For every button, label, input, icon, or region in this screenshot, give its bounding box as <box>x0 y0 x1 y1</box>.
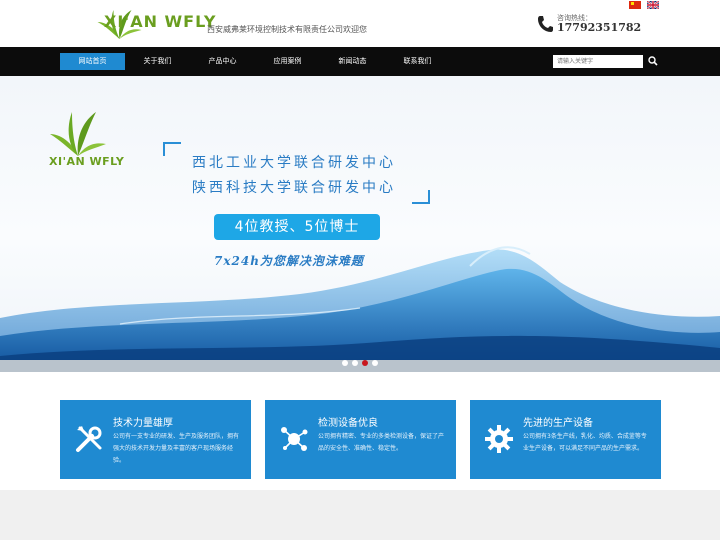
feature-title: 检测设备优良 <box>318 418 378 429</box>
feature-description: 公司有一支专业的研发、生产及服务团队，拥有强大的技术开发力量及丰富的客户现场服务… <box>113 433 240 464</box>
banner-line-2: 陕西科技大学联合研发中心 <box>192 180 396 196</box>
site-header: XI'AN WFLY 西安威弗莱环境控制技术有限责任公司欢迎您 咨询热线： 17… <box>0 0 720 47</box>
tools-icon <box>76 426 102 452</box>
nav-item-contact[interactable]: 联系我们 <box>385 53 450 70</box>
bracket-bottom-right <box>412 190 430 204</box>
hero-banner[interactable]: XI'AN WFLY 西北工业大学联合研发中心 陕西科技大学联合研发中心 4位教… <box>0 76 720 372</box>
welcome-text: 西安威弗莱环境控制技术有限责任公司欢迎您 <box>207 25 367 34</box>
banner-logo-text: XI'AN WFLY <box>49 155 125 168</box>
search-icon[interactable] <box>648 56 658 66</box>
nav-item-home[interactable]: 网站首页 <box>60 53 125 70</box>
nav-item-news[interactable]: 新闻动态 <box>320 53 385 70</box>
search-input[interactable] <box>553 55 643 68</box>
phone-icon <box>538 16 553 32</box>
slide-dot[interactable] <box>342 360 348 366</box>
feature-title: 技术力量雄厚 <box>113 418 173 429</box>
feature-title: 先进的生产设备 <box>523 418 593 429</box>
nav-item-cases[interactable]: 应用案例 <box>255 53 320 70</box>
molecule-icon <box>281 427 308 451</box>
slide-dot-active[interactable] <box>362 360 368 366</box>
slide-dot[interactable] <box>352 360 358 366</box>
feature-description: 公司拥有精密、专业的多类检测设备，保证了产品的安全性、准确性、稳定性。 <box>318 433 445 452</box>
feature-description: 公司拥有3条生产线，乳化、均质、合成釜等专业生产设备，可以满足不同产品的生产需求… <box>523 433 647 452</box>
slide-dot[interactable] <box>372 360 378 366</box>
nav-item-products[interactable]: 产品中心 <box>190 53 255 70</box>
logo-text: XI'AN WFLY <box>104 12 217 31</box>
gear-icon <box>485 425 513 453</box>
nav-item-about[interactable]: 关于我们 <box>125 53 190 70</box>
footer-strip <box>0 490 720 540</box>
water-splash-image <box>0 246 720 372</box>
language-chinese-flag-icon[interactable] <box>629 1 641 9</box>
feature-card-testing[interactable]: 检测设备优良 公司拥有精密、专业的多类检测设备，保证了产品的安全性、准确性、稳定… <box>265 400 456 479</box>
main-nav: 网站首页 关于我们 产品中心 应用案例 新闻动态 联系我们 <box>0 47 720 76</box>
banner-line-1: 西北工业大学联合研发中心 <box>192 155 396 171</box>
bracket-top-left <box>163 142 181 156</box>
language-english-flag-icon[interactable] <box>647 1 659 9</box>
page: XI'AN WFLY 西安威弗莱环境控制技术有限责任公司欢迎您 咨询热线： 17… <box>0 0 720 540</box>
hotline-number: 17792351782 <box>557 21 642 34</box>
feature-card-technology[interactable]: 技术力量雄厚 公司有一支专业的研发、生产及服务团队，拥有强大的技术开发力量及丰富… <box>60 400 251 479</box>
feature-card-production[interactable]: 先进的生产设备 公司拥有3条生产线，乳化、均质、合成釜等专业生产设备，可以满足不… <box>470 400 661 479</box>
